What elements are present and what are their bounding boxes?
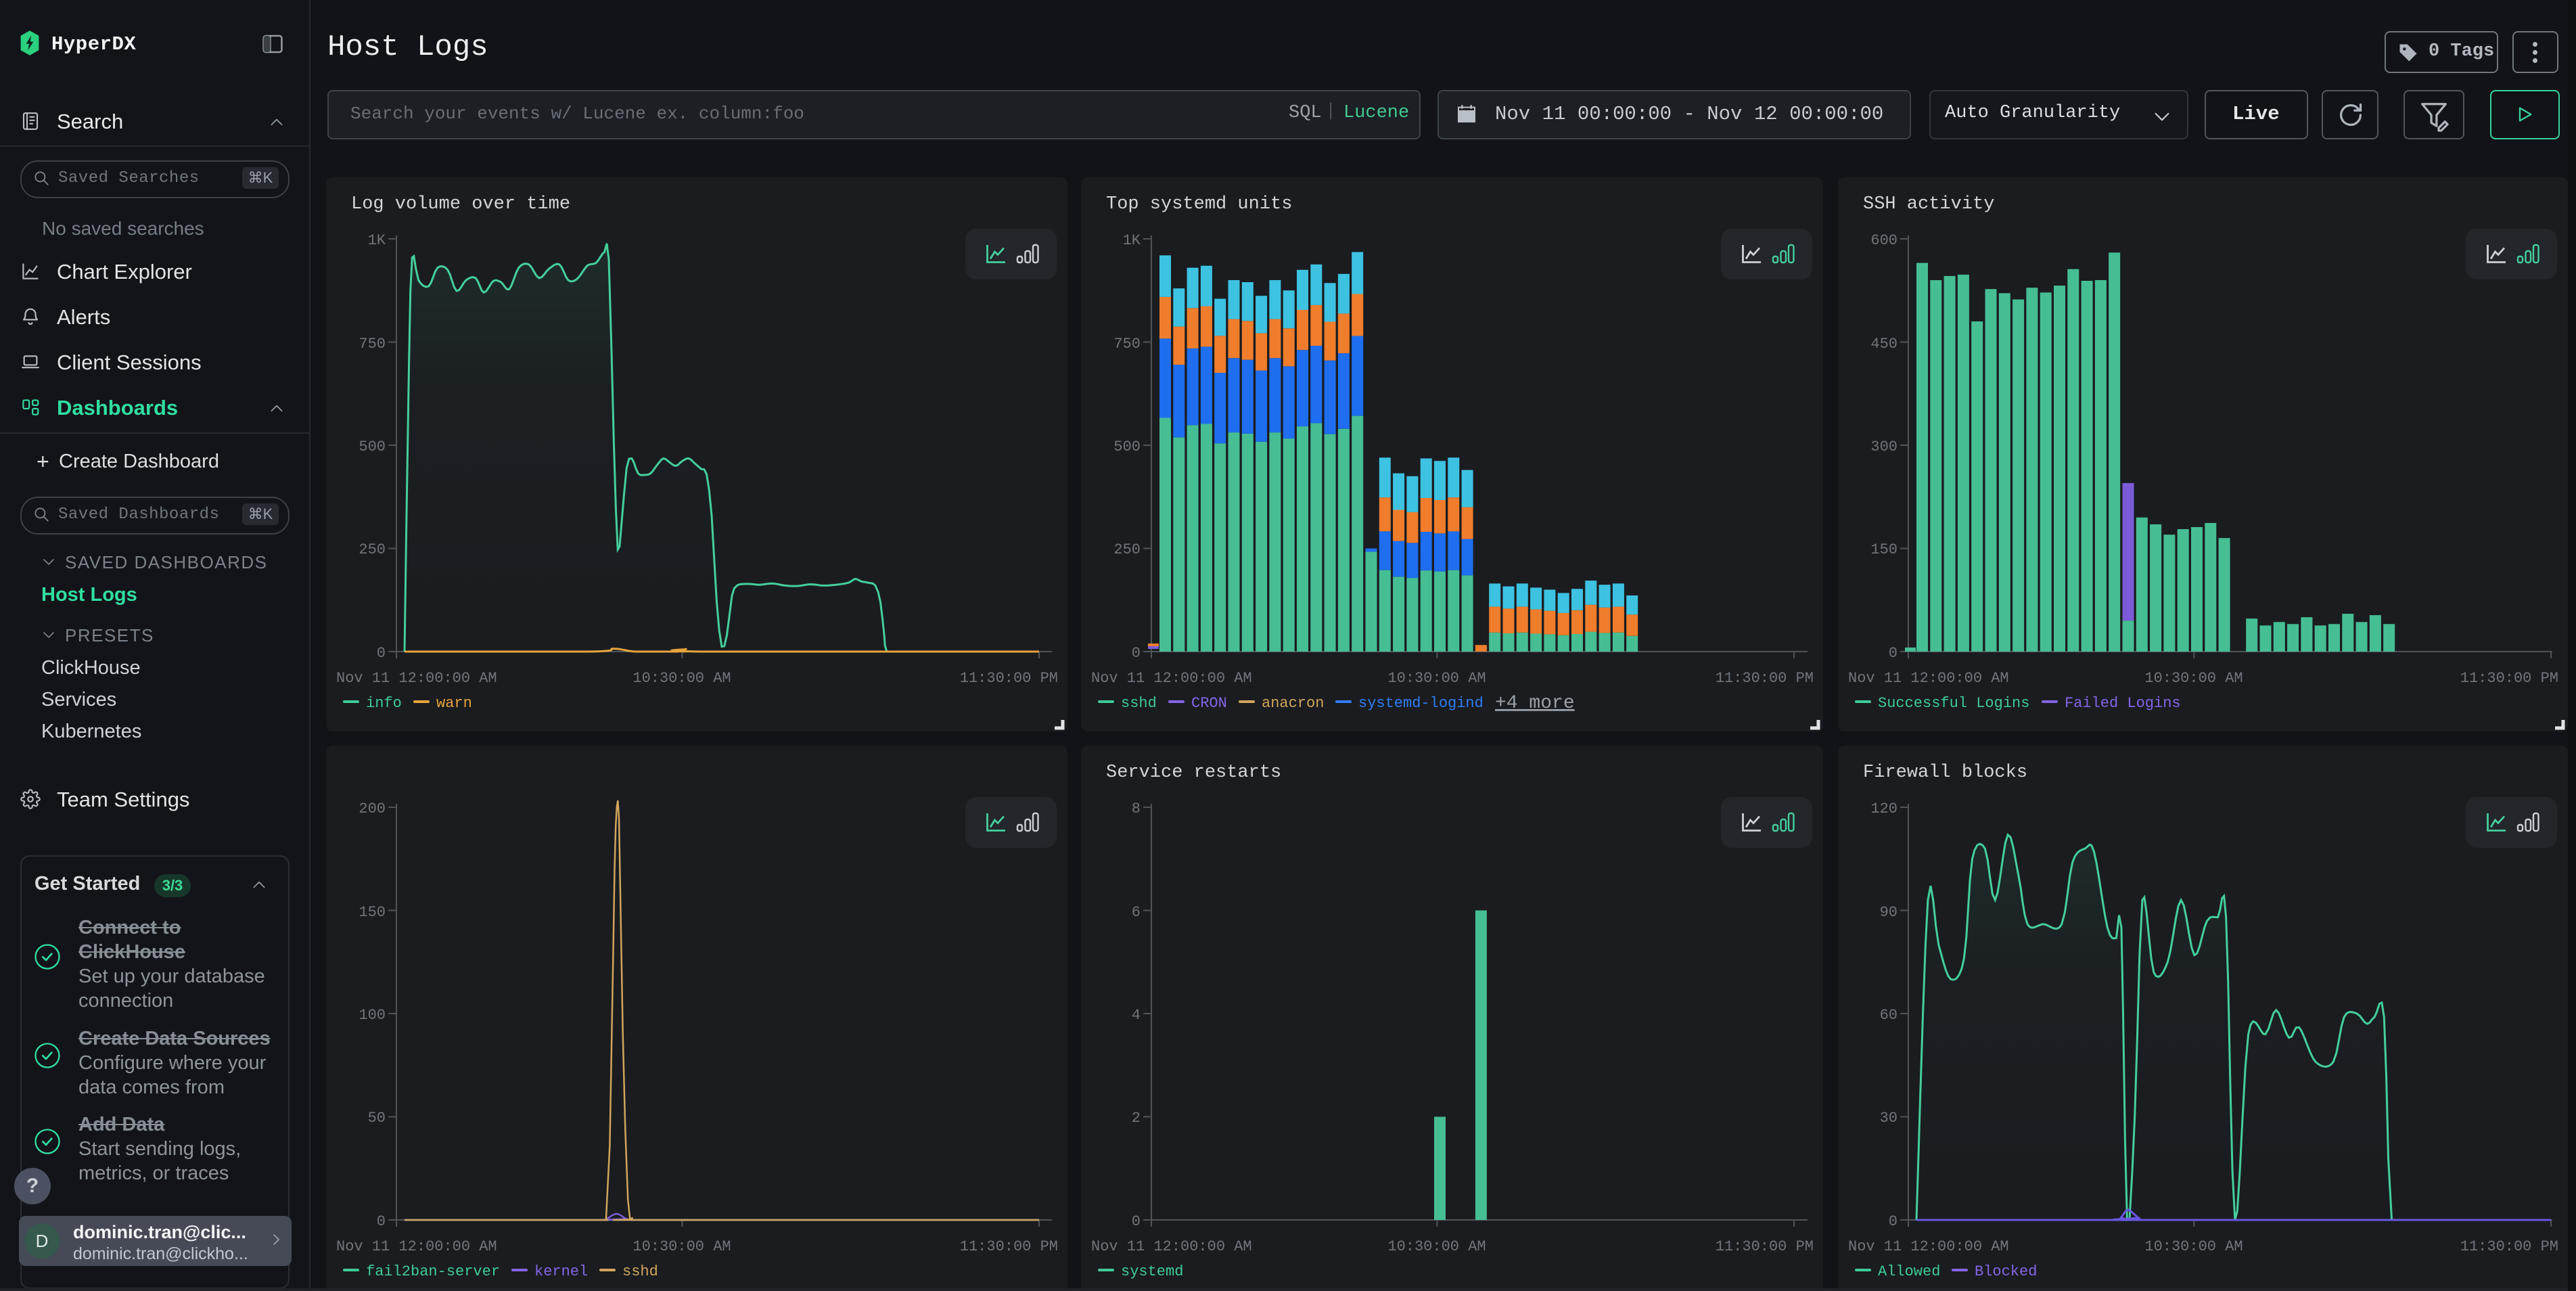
svg-text:Top systemd units: Top systemd units <box>1106 194 1292 214</box>
svg-text:11:30:00 PM: 11:30:00 PM <box>2460 670 2558 687</box>
svg-text:11:30:00 PM: 11:30:00 PM <box>2460 1238 2558 1255</box>
svg-text:info: info <box>366 695 402 712</box>
svg-text:4: 4 <box>1132 1007 1141 1024</box>
svg-text:Nov 11 12:00:00 AM: Nov 11 12:00:00 AM <box>1848 1238 2009 1255</box>
svg-text:+4 more: +4 more <box>1495 693 1575 714</box>
svg-text:11:30:00 PM: 11:30:00 PM <box>1716 1238 1814 1255</box>
svg-text:anacron: anacron <box>1262 695 1324 712</box>
svg-text:Nov 11 12:00:00 AM: Nov 11 12:00:00 AM <box>1848 670 2009 687</box>
svg-text:sshd: sshd <box>622 1263 658 1280</box>
svg-text:300: 300 <box>1870 438 1898 455</box>
svg-text:11:30:00 PM: 11:30:00 PM <box>1716 670 1814 687</box>
svg-text:0: 0 <box>377 1213 386 1230</box>
svg-text:Firewall blocks: Firewall blocks <box>1863 763 2027 783</box>
svg-text:10:30:00 AM: 10:30:00 AM <box>632 1238 731 1255</box>
svg-text:0: 0 <box>1889 645 1898 662</box>
svg-text:6: 6 <box>1132 904 1141 921</box>
svg-text:Nov 11 12:00:00 AM: Nov 11 12:00:00 AM <box>1091 1238 1252 1255</box>
svg-text:1K: 1K <box>368 232 386 249</box>
svg-text:450: 450 <box>1870 336 1898 353</box>
svg-text:Blocked: Blocked <box>1975 1263 2037 1280</box>
svg-text:Nov 11 12:00:00 AM: Nov 11 12:00:00 AM <box>336 1238 497 1255</box>
svg-text:11:30:00 PM: 11:30:00 PM <box>960 1238 1058 1255</box>
svg-text:250: 250 <box>1113 541 1141 558</box>
svg-text:warn: warn <box>436 695 472 712</box>
svg-text:11:30:00 PM: 11:30:00 PM <box>960 670 1058 687</box>
svg-text:2: 2 <box>1132 1110 1141 1127</box>
svg-text:systemd-logind: systemd-logind <box>1358 695 1484 712</box>
svg-text:0: 0 <box>1889 1213 1898 1230</box>
svg-text:100: 100 <box>359 1007 386 1024</box>
svg-text:50: 50 <box>368 1110 386 1127</box>
svg-text:1K: 1K <box>1123 232 1141 249</box>
svg-text:0: 0 <box>1132 645 1141 662</box>
svg-text:10:30:00 AM: 10:30:00 AM <box>632 670 731 687</box>
svg-text:CRON: CRON <box>1191 695 1227 712</box>
svg-text:sshd: sshd <box>1121 695 1157 712</box>
svg-text:Service restarts: Service restarts <box>1106 763 1281 783</box>
svg-text:10:30:00 AM: 10:30:00 AM <box>2144 670 2242 687</box>
svg-text:Nov 11 12:00:00 AM: Nov 11 12:00:00 AM <box>336 670 497 687</box>
svg-text:500: 500 <box>359 438 386 455</box>
svg-text:Failed Logins: Failed Logins <box>2065 695 2181 712</box>
svg-text:150: 150 <box>359 904 386 921</box>
svg-text:60: 60 <box>1880 1007 1898 1024</box>
svg-text:kernel: kernel <box>534 1263 588 1280</box>
svg-text:10:30:00 AM: 10:30:00 AM <box>1387 1238 1486 1255</box>
svg-text:0: 0 <box>377 645 386 662</box>
svg-text:Allowed: Allowed <box>1878 1263 1940 1280</box>
svg-text:10:30:00 AM: 10:30:00 AM <box>1387 670 1486 687</box>
svg-text:Nov 11 12:00:00 AM: Nov 11 12:00:00 AM <box>1091 670 1252 687</box>
svg-text:10:30:00 AM: 10:30:00 AM <box>2144 1238 2242 1255</box>
svg-text:250: 250 <box>359 541 386 558</box>
svg-text:150: 150 <box>1870 541 1898 558</box>
svg-text:fail2ban-server: fail2ban-server <box>366 1263 500 1280</box>
svg-text:0: 0 <box>1132 1213 1141 1230</box>
svg-text:500: 500 <box>1113 438 1141 455</box>
svg-text:750: 750 <box>1113 336 1141 353</box>
svg-text:SSH activity: SSH activity <box>1863 194 1994 214</box>
svg-text:30: 30 <box>1880 1110 1898 1127</box>
svg-text:600: 600 <box>1870 232 1898 249</box>
svg-text:8: 8 <box>1132 800 1141 817</box>
svg-text:Log volume over time: Log volume over time <box>351 194 570 214</box>
svg-text:200: 200 <box>359 800 386 817</box>
svg-text:Successful Logins: Successful Logins <box>1878 695 2029 712</box>
svg-text:120: 120 <box>1870 800 1898 817</box>
svg-text:90: 90 <box>1880 904 1898 921</box>
svg-text:750: 750 <box>359 336 386 353</box>
svg-text:systemd: systemd <box>1121 1263 1183 1280</box>
